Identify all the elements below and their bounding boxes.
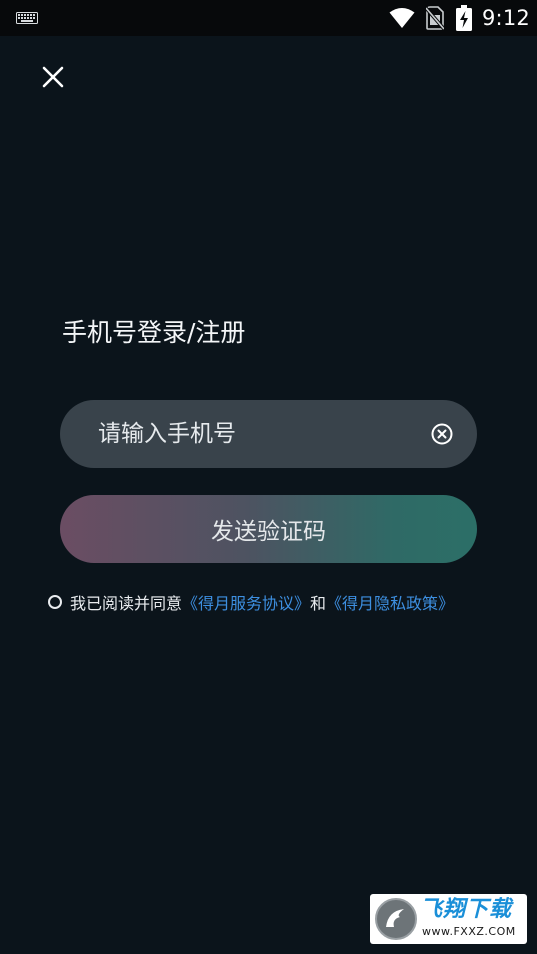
agreement-prefix: 我已阅读并同意 xyxy=(70,594,183,613)
agreement-row: 我已阅读并同意 《得月服务协议》 和 《得月隐私政策》 xyxy=(48,589,454,615)
watermark: 飞翔下载 www.FXXZ.COM xyxy=(370,894,527,944)
page-title: 手机号登录/注册 xyxy=(62,318,246,347)
agree-radio[interactable] xyxy=(48,595,62,609)
clear-circle-icon[interactable] xyxy=(430,422,454,446)
status-bar: 9:12 xyxy=(0,0,537,36)
agreement-conjunction: 和 xyxy=(310,594,327,613)
service-agreement-link[interactable]: 《得月服务协议》 xyxy=(182,590,310,614)
close-button[interactable] xyxy=(36,60,70,94)
watermark-logo-icon xyxy=(375,898,417,940)
watermark-title: 飞翔下载 xyxy=(420,897,513,922)
privacy-policy-link[interactable]: 《得月隐私政策》 xyxy=(326,590,454,614)
watermark-url: www.FXXZ.COM xyxy=(422,925,516,938)
close-icon xyxy=(42,66,64,88)
phone-input[interactable] xyxy=(98,400,418,468)
battery-charging-icon xyxy=(456,5,472,31)
no-sim-icon xyxy=(426,6,444,30)
send-code-button[interactable]: 发送验证码 xyxy=(60,495,477,563)
wifi-icon xyxy=(389,8,415,28)
status-time: 9:12 xyxy=(482,6,530,30)
keyboard-icon xyxy=(16,12,38,24)
phone-input-container xyxy=(60,400,477,468)
